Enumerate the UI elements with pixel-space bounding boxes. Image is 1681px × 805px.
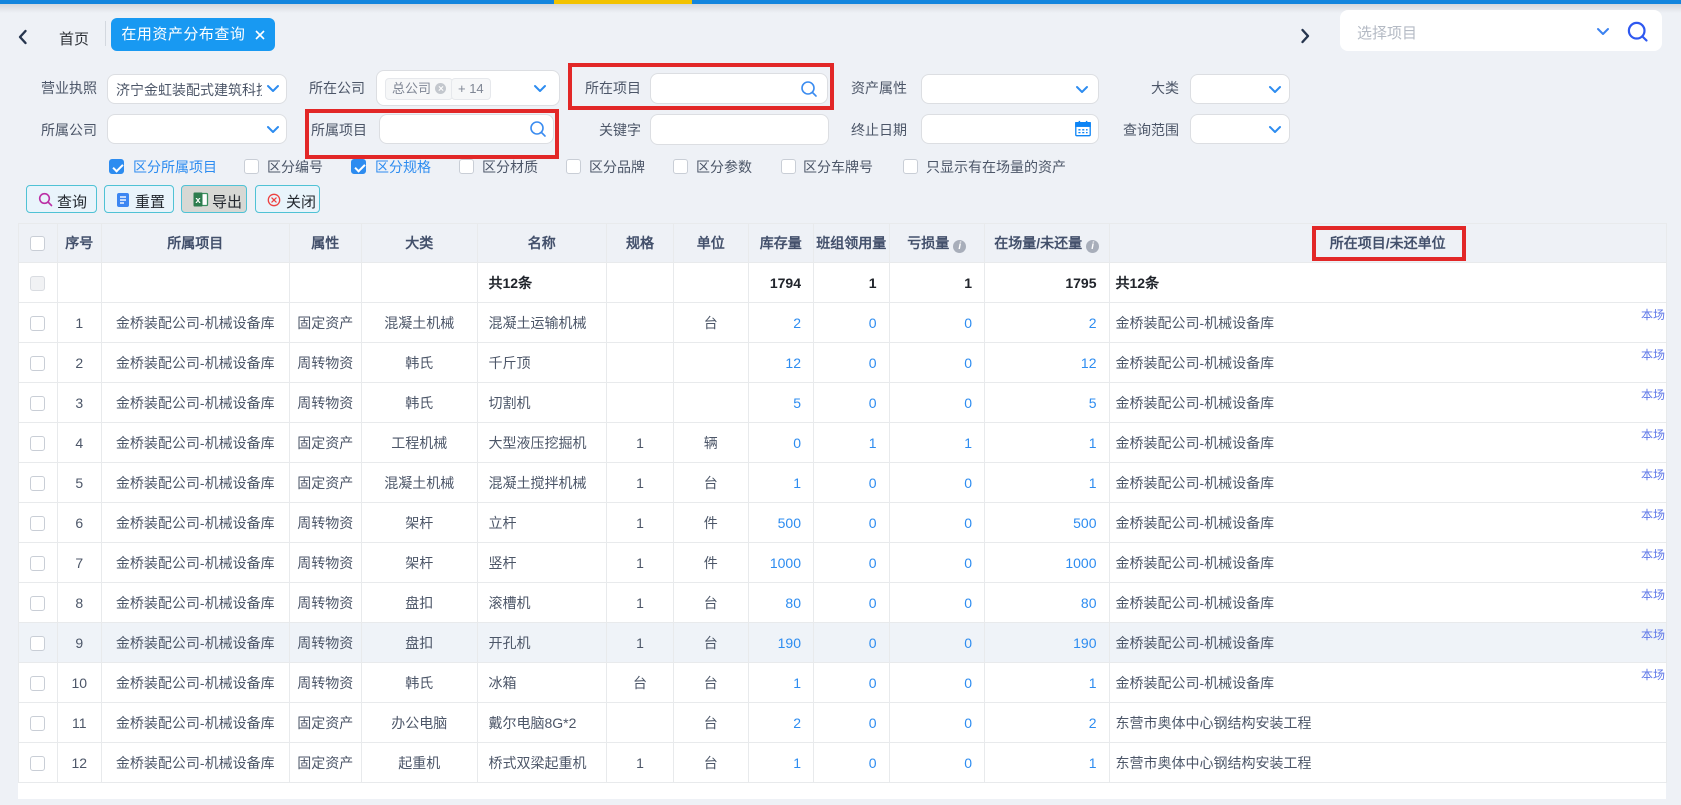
svg-text:x: x (195, 195, 201, 206)
